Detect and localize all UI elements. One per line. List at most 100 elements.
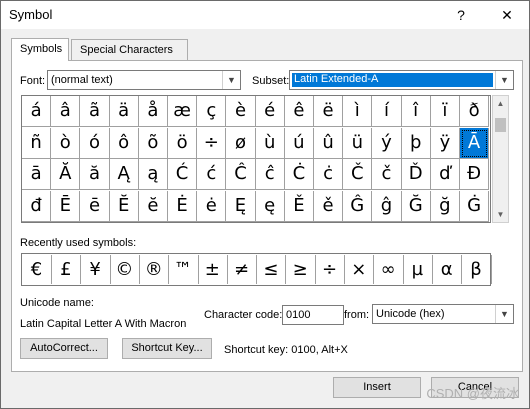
symbol-cell[interactable]: ø [226,127,256,159]
autocorrect-button[interactable]: AutoCorrect... [20,338,108,359]
from-dropdown[interactable]: Unicode (hex) ▼ [372,304,514,324]
symbol-cell[interactable]: ñ [22,127,52,159]
recent-symbols: € £ ¥ © ® ™ ± ≠ ≤ ≥ ÷ × ∞ µ α β [21,253,492,286]
symbol-cell[interactable]: ä [109,96,139,127]
symbol-cell[interactable]: ÷ [197,127,227,159]
symbol-cell[interactable]: ė [197,190,227,222]
recent-symbol[interactable]: × [344,255,375,284]
symbol-cell[interactable]: ċ [314,159,344,190]
scroll-down-icon[interactable]: ▼ [493,207,508,222]
symbol-cell-selected[interactable]: Ā [460,127,490,159]
symbol-cell[interactable]: á [22,96,52,127]
symbol-cell[interactable]: Ě [284,190,314,222]
recent-symbol[interactable]: ¥ [81,255,111,284]
symbol-cell[interactable]: Ĉ [226,159,256,190]
symbol-cell[interactable]: ó [80,127,110,159]
recent-symbol[interactable]: ™ [169,255,199,284]
symbol-cell[interactable]: Ď [401,159,431,190]
scroll-thumb[interactable] [495,118,506,132]
symbol-cell[interactable]: ê [284,96,314,127]
symbol-dialog: Symbol ? ✕ Symbols Special Characters Fo… [0,0,530,409]
symbol-cell[interactable]: ē [80,190,110,222]
symbol-cell[interactable]: ù [255,127,285,159]
symbol-cell[interactable]: Ć [168,159,198,190]
recent-symbol[interactable]: β [462,255,492,284]
symbol-cell[interactable]: þ [401,127,431,159]
symbol-cell[interactable]: é [255,96,285,127]
symbol-cell[interactable]: ë [314,96,344,127]
symbol-cell[interactable]: ï [430,96,460,127]
symbol-cell[interactable]: ú [284,127,314,159]
symbol-cell[interactable]: ď [430,159,460,190]
symbol-cell[interactable]: đ [22,190,52,222]
recent-symbol[interactable]: ∞ [374,255,404,284]
symbol-cell[interactable]: Ĕ [109,190,139,222]
symbol-cell[interactable]: ö [168,127,198,159]
symbol-cell[interactable]: ć [197,159,227,190]
symbol-cell[interactable]: æ [168,96,198,127]
recent-symbol[interactable]: α [432,255,463,284]
symbol-cell[interactable]: è [226,96,256,127]
symbol-cell[interactable]: ç [197,96,227,127]
recent-symbol[interactable]: ± [198,255,228,284]
recent-symbol[interactable]: ≠ [227,255,258,284]
recent-symbol[interactable]: ≤ [256,255,287,284]
symbol-cell[interactable]: ò [51,127,81,159]
symbol-cell[interactable]: ĝ [372,190,402,222]
font-dropdown[interactable]: (normal text) ▼ [47,70,241,90]
symbol-cell[interactable]: ü [343,127,373,159]
symbol-cell[interactable]: ý [372,127,402,159]
shortcut-key-button[interactable]: Shortcut Key... [122,338,212,359]
recent-symbol[interactable]: ≥ [286,255,316,284]
recent-symbol[interactable]: ® [139,255,170,284]
symbol-cell[interactable]: Ą [109,159,139,190]
symbol-cell[interactable]: Ċ [284,159,314,190]
recent-symbol[interactable]: € [22,255,52,284]
symbol-cell[interactable]: ă [80,159,110,190]
recent-symbol[interactable]: ÷ [315,255,345,284]
symbol-cell[interactable]: Ă [51,159,81,190]
symbol-cell[interactable]: ā [22,159,52,190]
symbol-cell[interactable]: ÿ [430,127,460,159]
symbol-cell[interactable]: â [51,96,81,127]
symbol-cell[interactable]: Ğ [401,190,431,222]
chevron-down-icon[interactable]: ▼ [495,305,513,323]
symbol-cell[interactable]: ĉ [255,159,285,190]
symbol-cell[interactable]: ì [343,96,373,127]
subset-dropdown[interactable]: Latin Extended-A ▼ [289,70,514,90]
symbol-cell[interactable]: í [372,96,402,127]
symbol-grid-scrollbar[interactable]: ▲ ▼ [492,95,509,223]
tab-symbols[interactable]: Symbols [11,38,69,61]
symbol-cell[interactable]: ą [138,159,168,190]
scroll-up-icon[interactable]: ▲ [493,96,508,111]
recent-symbol[interactable]: £ [51,255,82,284]
symbol-cell[interactable]: î [401,96,431,127]
symbol-cell[interactable]: õ [138,127,168,159]
symbol-cell[interactable]: Ė [168,190,198,222]
chevron-down-icon[interactable]: ▼ [495,71,513,89]
close-button[interactable]: ✕ [487,4,527,26]
chevron-down-icon[interactable]: ▼ [222,71,240,89]
insert-button[interactable]: Insert [333,377,421,398]
recent-symbol[interactable]: © [110,255,140,284]
symbol-cell[interactable]: Ĝ [343,190,373,222]
recent-symbol[interactable]: µ [403,255,433,284]
symbol-cell[interactable]: č [372,159,402,190]
character-code-input[interactable]: 0100 [282,305,344,325]
symbol-cell[interactable]: Ē [51,190,81,222]
symbol-cell[interactable]: å [138,96,168,127]
symbol-cell[interactable]: Ġ [460,190,490,222]
symbol-cell[interactable]: ě [314,190,344,222]
symbol-cell[interactable]: ę [255,190,285,222]
symbol-cell[interactable]: û [314,127,344,159]
help-button[interactable]: ? [441,4,481,26]
symbol-cell[interactable]: ð [460,96,490,127]
symbol-cell[interactable]: ĕ [138,190,168,222]
symbol-cell[interactable]: Ę [226,190,256,222]
symbol-cell[interactable]: ô [109,127,139,159]
symbol-cell[interactable]: ã [80,96,110,127]
symbol-cell[interactable]: Đ [460,159,490,190]
symbol-cell[interactable]: Č [343,159,373,190]
symbol-cell[interactable]: ğ [430,190,460,222]
tab-special-characters[interactable]: Special Characters [71,39,188,60]
